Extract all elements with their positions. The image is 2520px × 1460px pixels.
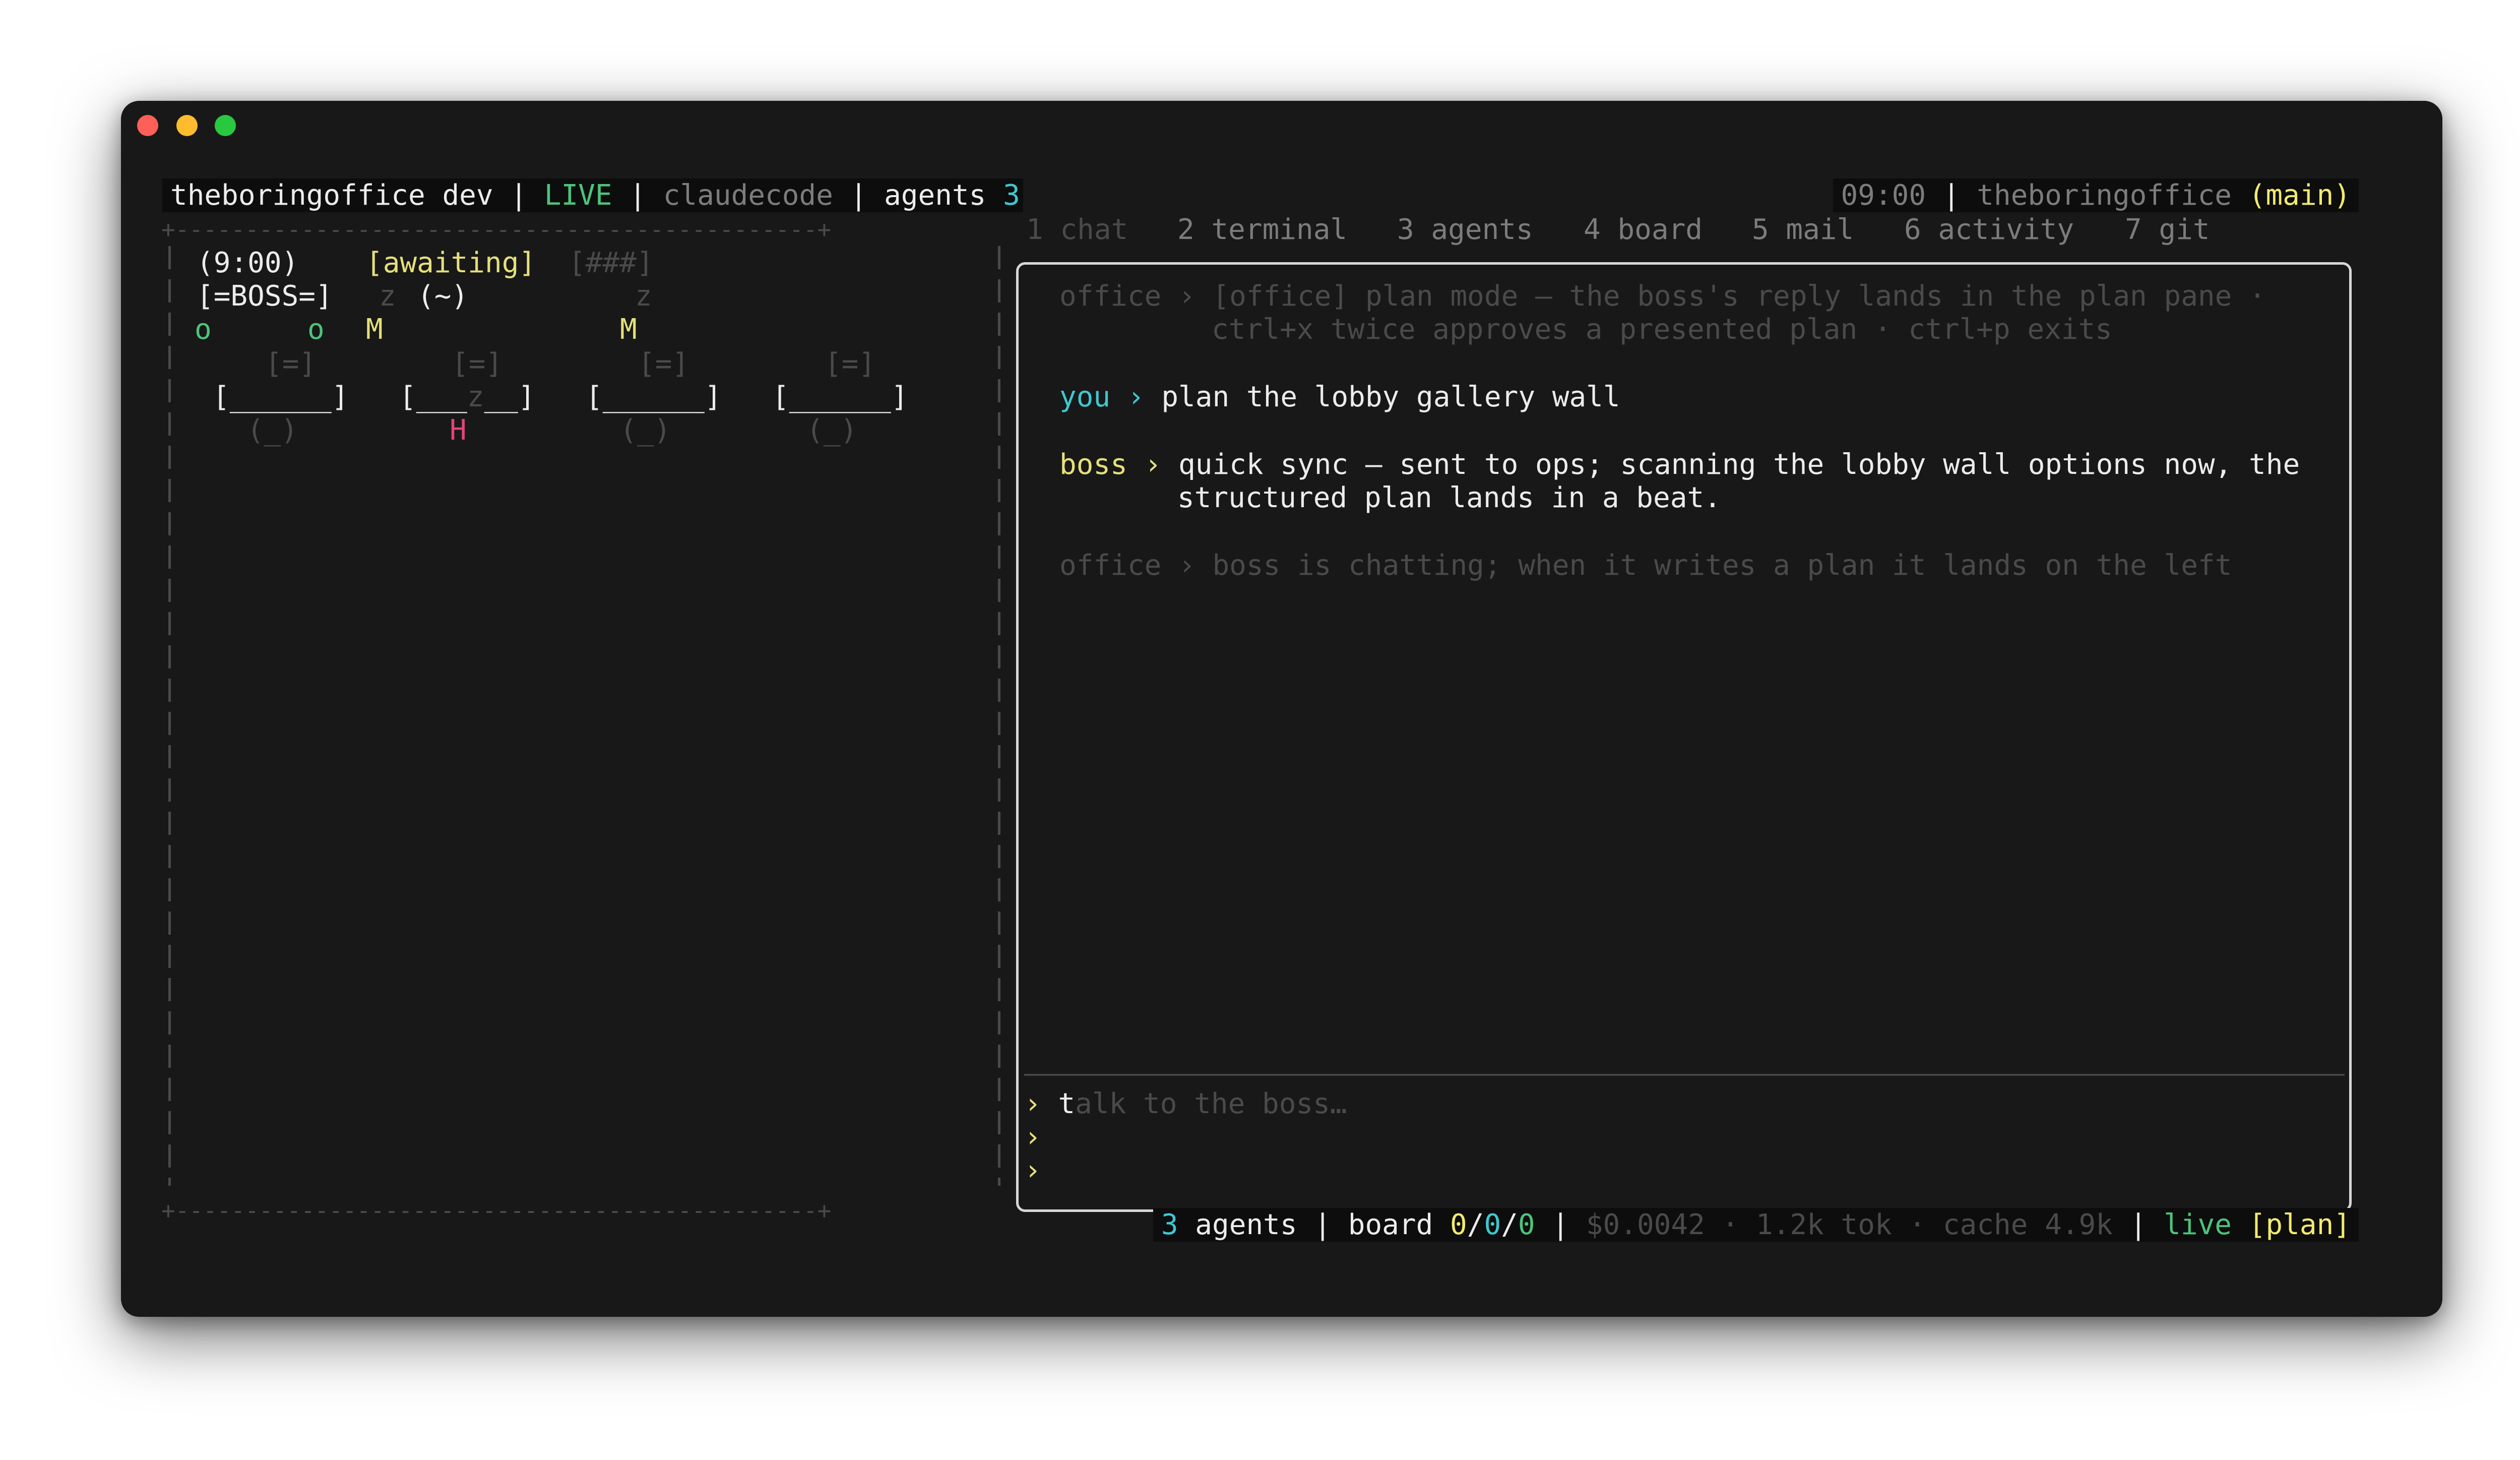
agent-sprite: M xyxy=(620,313,637,346)
tab-git[interactable]: 7 git xyxy=(2125,213,2210,247)
status-agents-count: 3 xyxy=(1161,1208,1178,1241)
prompt-caret: › xyxy=(1024,1121,1041,1153)
agent-sprite-h: H xyxy=(450,414,467,447)
tab-mail[interactable]: 5 mail xyxy=(1752,213,1854,247)
desk: [______] xyxy=(772,381,908,413)
terminal-window: theboringoffice dev | LIVE | claudecode … xyxy=(121,101,2442,1317)
office-frame-top: +---------------------------------------… xyxy=(161,216,832,243)
chair: (_) xyxy=(806,414,858,447)
office-frame-right xyxy=(998,246,1000,1186)
chat-message: office › [office] plan mode — the boss's… xyxy=(1059,280,2266,313)
chat-message: office › boss is chatting; when it write… xyxy=(1059,549,2232,582)
monitor: [=] xyxy=(452,347,503,380)
office-frame-bottom: +---------------------------------------… xyxy=(161,1197,832,1224)
tab-chat[interactable]: 1 chat xyxy=(1026,213,1128,247)
agents-count: 3 xyxy=(1003,179,1020,212)
cost-readout: $0.0042 · 1.2k tok · cache 4.9k xyxy=(1586,1208,2113,1241)
tab-board[interactable]: 4 board xyxy=(1584,213,1703,247)
repo-name: theboringoffice xyxy=(1977,179,2232,212)
board-count-b: 0 xyxy=(1484,1208,1501,1241)
app-name: theboringoffice dev xyxy=(170,179,493,212)
chat-message: boss › quick sync — sent to ops; scannin… xyxy=(1059,448,2300,481)
monitor: [=] xyxy=(265,347,317,380)
close-window-button[interactable] xyxy=(137,115,158,136)
input-placeholder: alk to the boss… xyxy=(1075,1087,1347,1120)
header-left: theboringoffice dev | LIVE | claudecode … xyxy=(162,178,1023,212)
live-status: live xyxy=(2164,1208,2232,1241)
agent-sprite: M xyxy=(366,313,383,346)
desk: [______] xyxy=(213,381,349,413)
agents-label: agents xyxy=(884,179,986,212)
boss-status: [awaiting] xyxy=(366,247,536,279)
chat-message: you › plan the lobby gallery wall xyxy=(1059,381,1620,413)
backend-label: claudecode xyxy=(663,179,833,212)
monitor: [=] xyxy=(825,347,876,380)
live-badge: LIVE xyxy=(544,179,612,212)
minimize-window-button[interactable] xyxy=(176,115,198,136)
status-bar: 3 agents | board 0/0/0 | $0.0042 · 1.2k … xyxy=(1153,1208,2359,1242)
chat-input[interactable]: › talk to the boss… xyxy=(1024,1087,1347,1121)
mode-badge: [plan] xyxy=(2248,1208,2351,1241)
agent-sprite: o xyxy=(307,313,325,346)
agent-sprite: o xyxy=(195,313,212,346)
boss-desk: [=BOSS=] xyxy=(197,280,333,313)
boss-mug: (~) xyxy=(417,280,469,313)
header-right: 09:00 | theboringoffice (main) xyxy=(1833,178,2359,212)
tab-activity[interactable]: 6 activity xyxy=(1904,213,2074,247)
input-divider xyxy=(1024,1074,2345,1076)
board-count-c: 0 xyxy=(1518,1208,1535,1241)
chat-message-line: structured plan lands in a beat. xyxy=(1177,481,1721,514)
office-clock: (9:00) xyxy=(197,247,299,279)
board-count-a: 0 xyxy=(1450,1208,1467,1241)
prompt-caret: › xyxy=(1024,1087,1041,1120)
chat-message-line: ctrl+x twice approves a presented plan ·… xyxy=(1212,313,2112,346)
progress-indicator: [###] xyxy=(569,247,654,279)
sleep-z: z xyxy=(379,280,396,313)
sleep-z: z xyxy=(635,280,652,313)
tab-terminal[interactable]: 2 terminal xyxy=(1177,213,1347,247)
clock-time: 09:00 xyxy=(1841,179,1926,212)
input-cursor: t xyxy=(1058,1087,1076,1120)
maximize-window-button[interactable] xyxy=(215,115,236,136)
chair: (_) xyxy=(247,414,298,447)
monitor: [=] xyxy=(638,347,689,380)
office-frame-left xyxy=(168,246,171,1186)
branch-name: (main) xyxy=(2248,179,2351,212)
tab-agents[interactable]: 3 agents xyxy=(1397,213,1533,247)
desk: [______] xyxy=(586,381,722,413)
desk-sleeping: [___z__] xyxy=(399,381,535,413)
prompt-caret: › xyxy=(1024,1154,1041,1187)
chair: (_) xyxy=(620,414,671,447)
